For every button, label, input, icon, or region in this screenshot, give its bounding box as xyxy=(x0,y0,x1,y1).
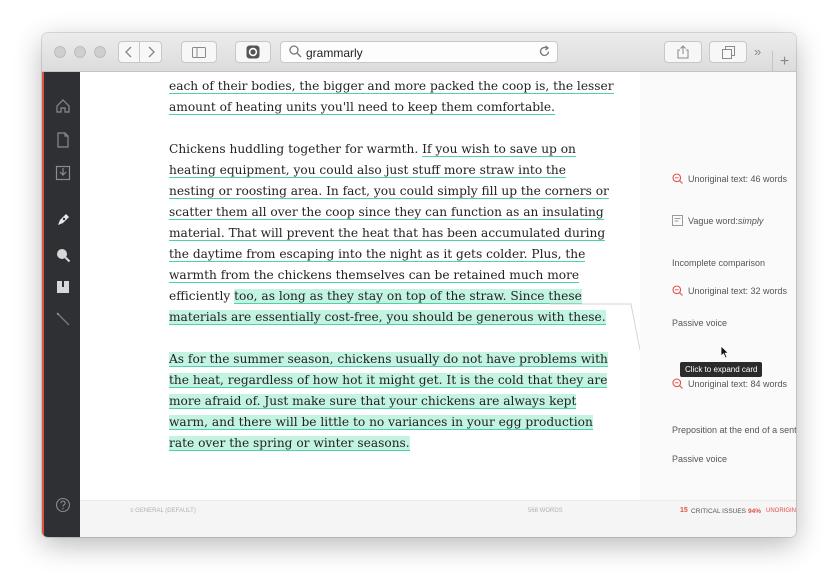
back-button[interactable] xyxy=(118,41,140,63)
pen-icon[interactable] xyxy=(55,212,71,228)
sidebar-icon xyxy=(192,46,206,58)
chevron-right-icon xyxy=(148,46,155,58)
issue-card-label: Unoriginal text: 46 words xyxy=(688,173,788,184)
sidebar-toggle-button[interactable] xyxy=(181,41,217,63)
highlighted-text[interactable]: the heat, regardless of how hot it might… xyxy=(169,373,608,388)
paragraph-1: each of their bodies, the bigger and mor… xyxy=(169,76,614,118)
issue-card[interactable]: Vague word: simply xyxy=(672,215,763,226)
highlighted-text[interactable]: warm, and there will be little to no var… xyxy=(169,415,593,430)
plagiarism-icon xyxy=(672,285,683,296)
highlighted-text[interactable]: more afraid of. Just make sure that your… xyxy=(169,394,577,409)
more-toolbar-items-icon[interactable]: » xyxy=(754,44,761,59)
goals-label: GENERAL (DEFAULT) xyxy=(135,508,196,514)
document-editor[interactable]: each of their bodies, the bigger and mor… xyxy=(80,72,640,500)
tabs-icon xyxy=(721,45,735,59)
browser-window: grammarly » + each of their bodies, the … xyxy=(42,33,796,537)
highlighted-text[interactable]: rate over the spring or winter seasons. xyxy=(169,436,410,451)
close-window-button[interactable] xyxy=(54,46,66,58)
magic-wand-icon[interactable] xyxy=(55,311,71,327)
chevron-left-icon xyxy=(125,46,132,58)
tabs-overview-button[interactable] xyxy=(709,41,747,63)
plagiarism-icon xyxy=(672,378,683,389)
text-line[interactable]: warmth from the chickens themselves can … xyxy=(169,268,580,283)
download-icon[interactable] xyxy=(55,165,71,181)
issue-card[interactable]: Unoriginal text: 46 words xyxy=(672,173,787,184)
text-line[interactable]: nesting or roosting area. In fact, you c… xyxy=(169,184,609,199)
text-line[interactable]: heating equipment, you could also just s… xyxy=(169,163,566,178)
zoom-window-button[interactable] xyxy=(94,46,106,58)
text-line[interactable]: scatter them all over the coop since the… xyxy=(169,205,604,220)
reload-icon[interactable] xyxy=(538,45,551,58)
issue-card-label: Incomplete comparison xyxy=(672,258,766,268)
text-line[interactable]: amount of heating units you'll need to k… xyxy=(169,100,555,115)
text-segment[interactable]: Chickens huddling together for warmth. xyxy=(169,142,422,156)
issue-card-active[interactable]: Unoriginal text: 84 words xyxy=(672,378,787,389)
browser-toolbar: grammarly » + xyxy=(42,33,796,72)
grammarly-sidebar xyxy=(42,72,80,537)
issue-card-label: Preposition at the end of a sent xyxy=(672,425,796,435)
paragraph-3: As for the summer season, chickens usual… xyxy=(169,349,608,454)
highlighted-text[interactable]: As for the summer season, chickens usual… xyxy=(169,352,608,367)
home-icon[interactable] xyxy=(55,98,71,114)
share-icon xyxy=(677,45,689,59)
search-icon xyxy=(289,45,302,58)
text-line[interactable]: each of their bodies, the bigger and mor… xyxy=(169,79,614,94)
status-bar: ≡ GENERAL (DEFAULT) 568 WORDS 15 CRITICA… xyxy=(80,500,796,537)
issue-card-label: Passive voice xyxy=(672,454,728,464)
issue-card-label: Unoriginal text: 32 words xyxy=(688,285,788,296)
issue-card-label: Passive voice xyxy=(672,318,728,328)
issue-card[interactable]: Incomplete comparison xyxy=(672,258,765,268)
issue-card-label: Vague word: xyxy=(688,215,738,226)
unoriginal-percent[interactable]: 94% xyxy=(748,508,761,515)
mouse-cursor-icon xyxy=(720,345,730,359)
text-line[interactable]: the daytime from escaping into the night… xyxy=(169,247,586,262)
address-text: grammarly xyxy=(306,46,363,60)
issue-card[interactable]: Passive voice xyxy=(672,318,727,328)
text-line[interactable]: material. That will prevent the heat tha… xyxy=(169,226,606,241)
book-icon[interactable] xyxy=(55,279,71,295)
share-button[interactable] xyxy=(664,41,702,63)
critical-issues-label[interactable]: CRITICAL ISSUES xyxy=(691,508,746,515)
highlighted-text[interactable]: too, as long as they stay on top of the … xyxy=(234,289,582,304)
grammarly-logo-icon xyxy=(246,45,260,59)
text-segment[interactable]: If you wish to save up on xyxy=(422,142,576,157)
plagiarism-icon xyxy=(672,173,683,184)
paragraph-2: Chickens huddling together for warmth. I… xyxy=(169,139,609,328)
minimize-window-button[interactable] xyxy=(74,46,86,58)
grammarly-extension-button[interactable] xyxy=(235,41,271,63)
issue-card[interactable]: Passive voice xyxy=(672,454,727,464)
unoriginal-label[interactable]: UNORIGIN xyxy=(766,508,796,514)
expand-card-tooltip: Click to expand card xyxy=(680,362,763,377)
plagiarism-search-icon[interactable] xyxy=(55,247,71,263)
issues-panel: Unoriginal text: 46 words Vague word: si… xyxy=(640,72,796,500)
goals-menu[interactable]: ≡ GENERAL (DEFAULT) xyxy=(130,508,196,514)
issue-card-word: simply xyxy=(737,215,764,226)
issue-card[interactable]: Unoriginal text: 32 words xyxy=(672,285,787,296)
new-tab-button[interactable]: + xyxy=(772,51,796,72)
document-icon[interactable] xyxy=(55,132,71,148)
text-segment[interactable]: efficiently xyxy=(169,289,234,303)
issue-card[interactable]: Preposition at the end of a sent xyxy=(672,425,796,435)
help-icon[interactable] xyxy=(55,497,71,513)
vague-word-icon xyxy=(672,215,683,226)
forward-button[interactable] xyxy=(140,41,162,63)
address-bar[interactable]: grammarly xyxy=(280,41,558,63)
word-count[interactable]: 568 WORDS xyxy=(528,508,563,514)
highlighted-text[interactable]: materials are essentially cost-free, you… xyxy=(169,310,606,325)
issue-card-label: Unoriginal text: 84 words xyxy=(688,378,788,389)
critical-issues-count[interactable]: 15 xyxy=(680,507,688,514)
